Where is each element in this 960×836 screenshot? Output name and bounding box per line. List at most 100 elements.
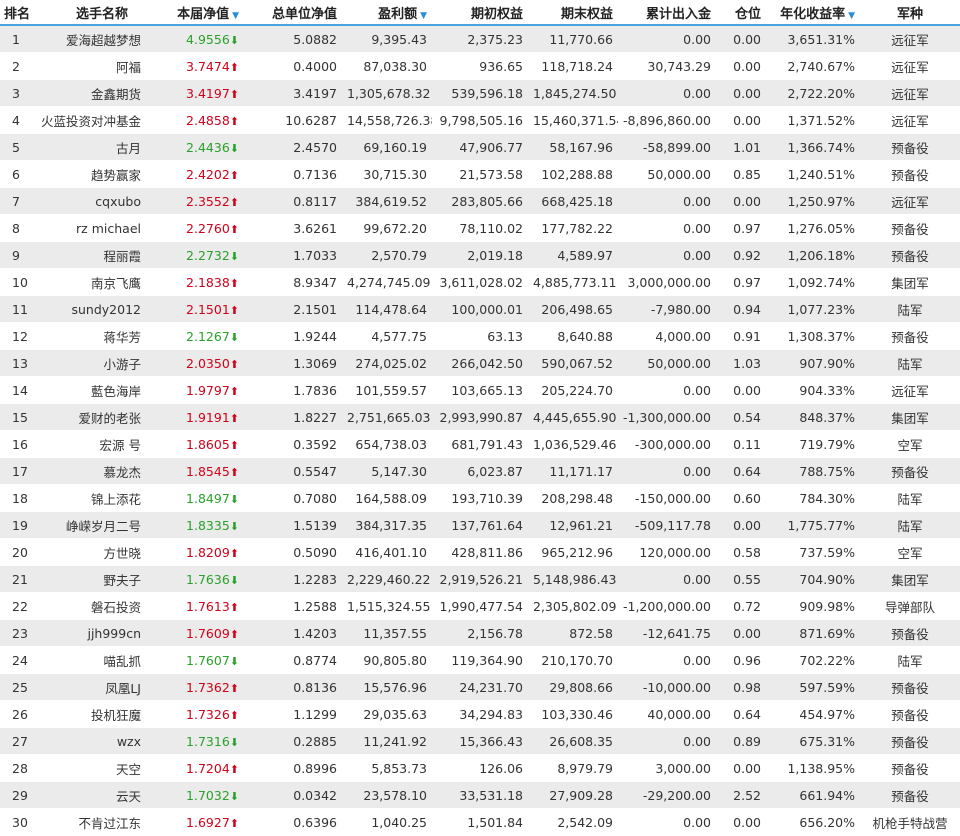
player-name-link[interactable]: 方世晓 xyxy=(103,546,141,561)
table-row[interactable]: 1 爱海超越梦想 4.9556⬇ 5.0882 9,395.43 2,375.23 11,7… xyxy=(0,25,960,53)
player-name-link[interactable]: 南京飞鹰 xyxy=(91,276,141,291)
cell-player-name[interactable]: 藍色海岸 xyxy=(36,376,146,404)
player-name-link[interactable]: 趋势赢家 xyxy=(91,168,141,183)
cell-player-name[interactable]: 古月 xyxy=(36,133,146,161)
player-name-link[interactable]: 爱财的老张 xyxy=(78,411,141,426)
cell-player-name[interactable]: wzx xyxy=(36,727,146,755)
cell-player-name[interactable]: 南京飞鹰 xyxy=(36,268,146,296)
cell-player-name[interactable]: 凤凰LJ xyxy=(36,673,146,701)
table-row[interactable]: 19 峥嵘岁月二号 1.8335⬇ 1.5139 384,317.35 137,761.6… xyxy=(0,511,960,539)
cell-player-name[interactable]: 爱财的老张 xyxy=(36,403,146,431)
player-name-link[interactable]: 火蓝投资对冲基金 xyxy=(41,114,141,129)
player-name-link[interactable]: 藍色海岸 xyxy=(91,384,141,399)
cell-player-name[interactable]: 蒋华芳 xyxy=(36,322,146,350)
table-row[interactable]: 16 宏源 号 1.8605⬆ 0.3592 654,738.03 681,791.43 1… xyxy=(0,430,960,458)
player-name-link[interactable]: 投机狂魔 xyxy=(91,708,141,723)
cell-player-name[interactable]: 投机狂魔 xyxy=(36,700,146,728)
cell-player-name[interactable]: 火蓝投资对冲基金 xyxy=(36,106,146,134)
cell-player-name[interactable]: 宏源 号 xyxy=(36,430,146,458)
player-name-link[interactable]: 凤凰LJ xyxy=(105,681,141,696)
player-name-link[interactable]: 云天 xyxy=(116,789,141,804)
table-row[interactable]: 26 投机狂魔 1.7326⬆ 1.1299 29,035.63 34,294.83 103… xyxy=(0,700,960,728)
table-row[interactable]: 25 凤凰LJ 1.7362⬆ 0.8136 15,576.96 24,231.70 29,… xyxy=(0,673,960,701)
player-name-link[interactable]: 爱海超越梦想 xyxy=(66,33,141,48)
player-name-link[interactable]: 峥嵘岁月二号 xyxy=(66,519,141,534)
cell-player-name[interactable]: 天空 xyxy=(36,754,146,782)
cell-player-name[interactable]: sundy2012 xyxy=(36,295,146,323)
player-name-link[interactable]: sundy2012 xyxy=(71,302,141,317)
table-row[interactable]: 8 rz michael 2.2760⬆ 3.6261 99,672.20 78,110.… xyxy=(0,214,960,242)
cell-player-name[interactable]: 趋势赢家 xyxy=(36,160,146,188)
cell-player-name[interactable]: 阿福 xyxy=(36,52,146,80)
col-total-nav-header[interactable]: 总单位净值 xyxy=(244,0,342,26)
player-name-link[interactable]: 天空 xyxy=(116,762,141,777)
cell-player-name[interactable]: 方世晓 xyxy=(36,538,146,566)
player-name-link[interactable]: wzx xyxy=(117,734,141,749)
cell-player-name[interactable]: 磐石投资 xyxy=(36,592,146,620)
table-row[interactable]: 20 方世晓 1.8209⬆ 0.5090 416,401.10 428,811.86 96… xyxy=(0,538,960,566)
cell-player-name[interactable]: 锦上添花 xyxy=(36,484,146,512)
player-name-link[interactable]: 喵乱抓 xyxy=(103,654,141,669)
table-row[interactable]: 13 小游子 2.0350⬆ 1.3069 274,025.02 266,042.50 59… xyxy=(0,349,960,377)
table-row[interactable]: 9 程丽霞 2.2732⬇ 1.7033 2,570.79 2,019.18 4,589.9… xyxy=(0,241,960,269)
cell-player-name[interactable]: 金鑫期货 xyxy=(36,79,146,107)
table-row[interactable]: 22 磐石投资 1.7613⬆ 1.2588 1,515,324.55 1,990,477… xyxy=(0,592,960,620)
sort-down-icon[interactable]: ▼ xyxy=(232,11,239,21)
table-row[interactable]: 28 天空 1.7204⬆ 0.8996 5,853.73 126.06 8,979.79 3… xyxy=(0,754,960,782)
cell-player-name[interactable]: 程丽霞 xyxy=(36,241,146,269)
cell-player-name[interactable]: 峥嵘岁月二号 xyxy=(36,511,146,539)
player-name-link[interactable]: cqxubo xyxy=(95,194,141,209)
cell-player-name[interactable]: rz michael xyxy=(36,214,146,242)
sort-down-icon[interactable]: ▼ xyxy=(848,11,855,21)
cell-player-name[interactable]: 慕龙杰 xyxy=(36,457,146,485)
player-name-link[interactable]: 小游子 xyxy=(103,357,141,372)
cell-player-name[interactable]: 云天 xyxy=(36,781,146,809)
table-row[interactable]: 24 喵乱抓 1.7607⬇ 0.8774 90,805.80 119,364.90 210… xyxy=(0,646,960,674)
table-row[interactable]: 6 趋势赢家 2.4202⬆ 0.7136 30,715.30 21,573.58 102,… xyxy=(0,160,960,188)
player-name-link[interactable]: 古月 xyxy=(116,141,141,156)
player-name-link[interactable]: 阿福 xyxy=(116,60,141,75)
sort-down-icon[interactable]: ▼ xyxy=(420,11,427,21)
col-corps-header[interactable]: 军种 xyxy=(860,0,960,26)
cell-player-name[interactable]: 喵乱抓 xyxy=(36,646,146,674)
table-row[interactable]: 7 cqxubo 2.3552⬆ 0.8117 384,619.52 283,805.66… xyxy=(0,187,960,215)
table-row[interactable]: 14 藍色海岸 1.9797⬆ 1.7836 101,559.57 103,665.13 2… xyxy=(0,376,960,404)
table-row[interactable]: 2 阿福 3.7474⬆ 0.4000 87,038.30 936.65 118,718.2… xyxy=(0,52,960,80)
cell-player-name[interactable]: 爱海超越梦想 xyxy=(36,25,146,53)
player-name-link[interactable]: 宏源 号 xyxy=(100,438,141,453)
player-name-link[interactable]: 野夫子 xyxy=(103,573,141,588)
table-row[interactable]: 12 蒋华芳 2.1267⬇ 1.9244 4,577.75 63.13 8,640.88 4… xyxy=(0,322,960,350)
player-name-link[interactable]: 蒋华芳 xyxy=(103,330,141,345)
col-annual-header[interactable]: 年化收益率 ▼ xyxy=(766,0,860,26)
cell-player-name[interactable]: jjh999cn xyxy=(36,619,146,647)
table-row[interactable]: 27 wzx 1.7316⬇ 0.2885 11,241.92 15,366.43 26,6… xyxy=(0,727,960,755)
col-name-header[interactable]: 选手名称 xyxy=(36,0,146,26)
table-row[interactable]: 3 金鑫期货 3.4197⬆ 3.4197 1,305,678.32 539,596.18… xyxy=(0,79,960,107)
table-row[interactable]: 11 sundy2012 2.1501⬆ 2.1501 114,478.64 100,00… xyxy=(0,295,960,323)
table-row[interactable]: 15 爱财的老张 1.9191⬆ 1.8227 2,751,665.03 2,993,99… xyxy=(0,403,960,431)
col-end-equity-header[interactable]: 期末权益 xyxy=(528,0,618,26)
table-row[interactable]: 21 野夫子 1.7636⬇ 1.2283 2,229,460.22 2,919,526.… xyxy=(0,565,960,593)
cell-player-name[interactable]: 不肯过江东 xyxy=(36,808,146,836)
col-position-header[interactable]: 仓位 xyxy=(716,0,766,26)
player-name-link[interactable]: 锦上添花 xyxy=(91,492,141,507)
col-profit-header[interactable]: 盈利额 ▼ xyxy=(342,0,432,26)
player-name-link[interactable]: rz michael xyxy=(76,221,141,236)
table-row[interactable]: 10 南京飞鹰 2.1838⬆ 8.9347 4,274,745.09 3,611,028… xyxy=(0,268,960,296)
cell-player-name[interactable]: 小游子 xyxy=(36,349,146,377)
cell-player-name[interactable]: 野夫子 xyxy=(36,565,146,593)
cell-player-name[interactable]: cqxubo xyxy=(36,187,146,215)
col-start-equity-header[interactable]: 期初权益 xyxy=(432,0,528,26)
player-name-link[interactable]: 金鑫期货 xyxy=(91,87,141,102)
col-net-flow-header[interactable]: 累计出入金 xyxy=(618,0,716,26)
player-name-link[interactable]: 慕龙杰 xyxy=(103,465,141,480)
player-name-link[interactable]: 磐石投资 xyxy=(91,600,141,615)
player-name-link[interactable]: jjh999cn xyxy=(87,626,141,641)
table-row[interactable]: 30 不肯过江东 1.6927⬆ 0.6396 1,040.25 1,501.84 2,54… xyxy=(0,808,960,836)
table-row[interactable]: 4 火蓝投资对冲基金 2.4858⬆ 10.6287 14,558,726.38 9,79… xyxy=(0,106,960,134)
table-row[interactable]: 17 慕龙杰 1.8545⬆ 0.5547 5,147.30 6,023.87 11,171… xyxy=(0,457,960,485)
col-nav-header[interactable]: 本届净值 ▼ xyxy=(146,0,244,26)
col-rank-header[interactable]: 排名 xyxy=(0,0,36,26)
table-row[interactable]: 23 jjh999cn 1.7609⬆ 1.4203 11,357.55 2,156.78… xyxy=(0,619,960,647)
player-name-link[interactable]: 程丽霞 xyxy=(103,249,141,264)
